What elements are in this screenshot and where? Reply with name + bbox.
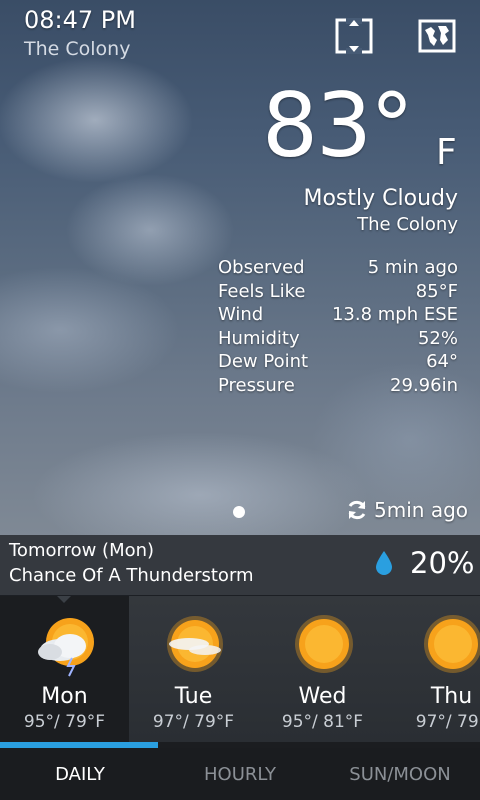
map-icon	[418, 19, 456, 53]
forecast-day-temps: 95°/ 79°F	[23, 712, 106, 732]
detail-label: Pressure	[218, 374, 295, 396]
refresh-label: 5min ago	[374, 498, 468, 522]
tomorrow-summary[interactable]: Tomorrow (Mon) Chance Of A Thunderstorm	[0, 535, 480, 595]
forecast-day-thu[interactable]: Thu 97°/ 79°	[387, 596, 480, 742]
location-label: The Colony	[24, 38, 131, 60]
fullscreen-button[interactable]	[335, 16, 373, 56]
current-temperature: 83°	[262, 74, 414, 177]
current-location: The Colony	[357, 214, 458, 235]
tomorrow-condition: Chance Of A Thunderstorm	[9, 565, 254, 586]
sunny-icon	[290, 612, 358, 680]
bottom-tabs: DAILY HOURLY SUN/MOON	[0, 748, 480, 800]
sunny-icon	[419, 612, 480, 680]
detail-value: 29.96in	[390, 374, 458, 396]
detail-pressure: Pressure 29.96in	[218, 374, 458, 398]
forecast-day-temps: 95°/ 81°F	[281, 712, 364, 732]
detail-humidity: Humidity 52%	[218, 327, 458, 351]
fullscreen-icon	[335, 16, 373, 56]
tab-hourly[interactable]: HOURLY	[160, 748, 320, 800]
tab-daily[interactable]: DAILY	[0, 748, 160, 800]
detail-observed: Observed 5 min ago	[218, 256, 458, 280]
thunderstorm-icon	[32, 612, 100, 680]
forecast-day-name: Tue	[174, 684, 213, 709]
forecast-day-tue[interactable]: Tue 97°/ 79°F	[129, 596, 258, 742]
detail-value: 52%	[417, 327, 458, 349]
forecast-day-name: Mon	[41, 684, 88, 709]
forecast-day-temps: 97°/ 79°	[415, 712, 480, 732]
forecast-day-name: Wed	[298, 684, 347, 709]
detail-label: Observed	[218, 257, 305, 278]
detail-value: 13.8 mph ESE	[331, 304, 458, 325]
forecast-day-wed[interactable]: Wed 95°/ 81°F	[258, 596, 387, 742]
forecast-day-name: Thu	[430, 684, 473, 709]
current-condition: Mostly Cloudy	[303, 186, 458, 211]
detail-wind: Wind 13.8 mph ESE	[218, 303, 458, 327]
precip-chance: 20%	[410, 546, 475, 580]
refresh-button[interactable]: 5min ago	[346, 498, 468, 522]
weather-details: Observed 5 min ago Feels Like 85°F Wind …	[218, 256, 458, 397]
precip-indicator	[375, 550, 393, 580]
detail-dew-point: Dew Point 64°	[218, 350, 458, 374]
detail-value: 64°	[426, 351, 458, 372]
detail-label: Wind	[218, 304, 264, 325]
tab-sun-moon[interactable]: SUN/MOON	[320, 748, 480, 800]
detail-label: Dew Point	[218, 351, 309, 372]
refresh-icon	[348, 500, 366, 520]
detail-value: 5 min ago	[367, 257, 458, 278]
detail-value: 85°F	[415, 280, 458, 302]
tomorrow-title: Tomorrow (Mon)	[9, 540, 155, 561]
forecast-day-temps: 97°/ 79°F	[152, 712, 235, 732]
page-indicator-dot	[233, 506, 245, 518]
partly-cloudy-icon	[161, 612, 229, 680]
daily-forecast-strip[interactable]: Mon 95°/ 79°F Tue 97°/ 79°F Wed 95°/ 81°…	[0, 596, 480, 742]
detail-label: Feels Like	[218, 280, 306, 302]
raindrop-icon	[376, 551, 392, 575]
detail-feels-like: Feels Like 85°F	[218, 280, 458, 304]
forecast-day-mon[interactable]: Mon 95°/ 79°F	[0, 596, 129, 742]
detail-label: Humidity	[218, 327, 300, 349]
temperature-unit: F	[436, 132, 457, 173]
current-time: 08:47 PM	[24, 6, 136, 34]
map-button[interactable]	[418, 18, 456, 54]
